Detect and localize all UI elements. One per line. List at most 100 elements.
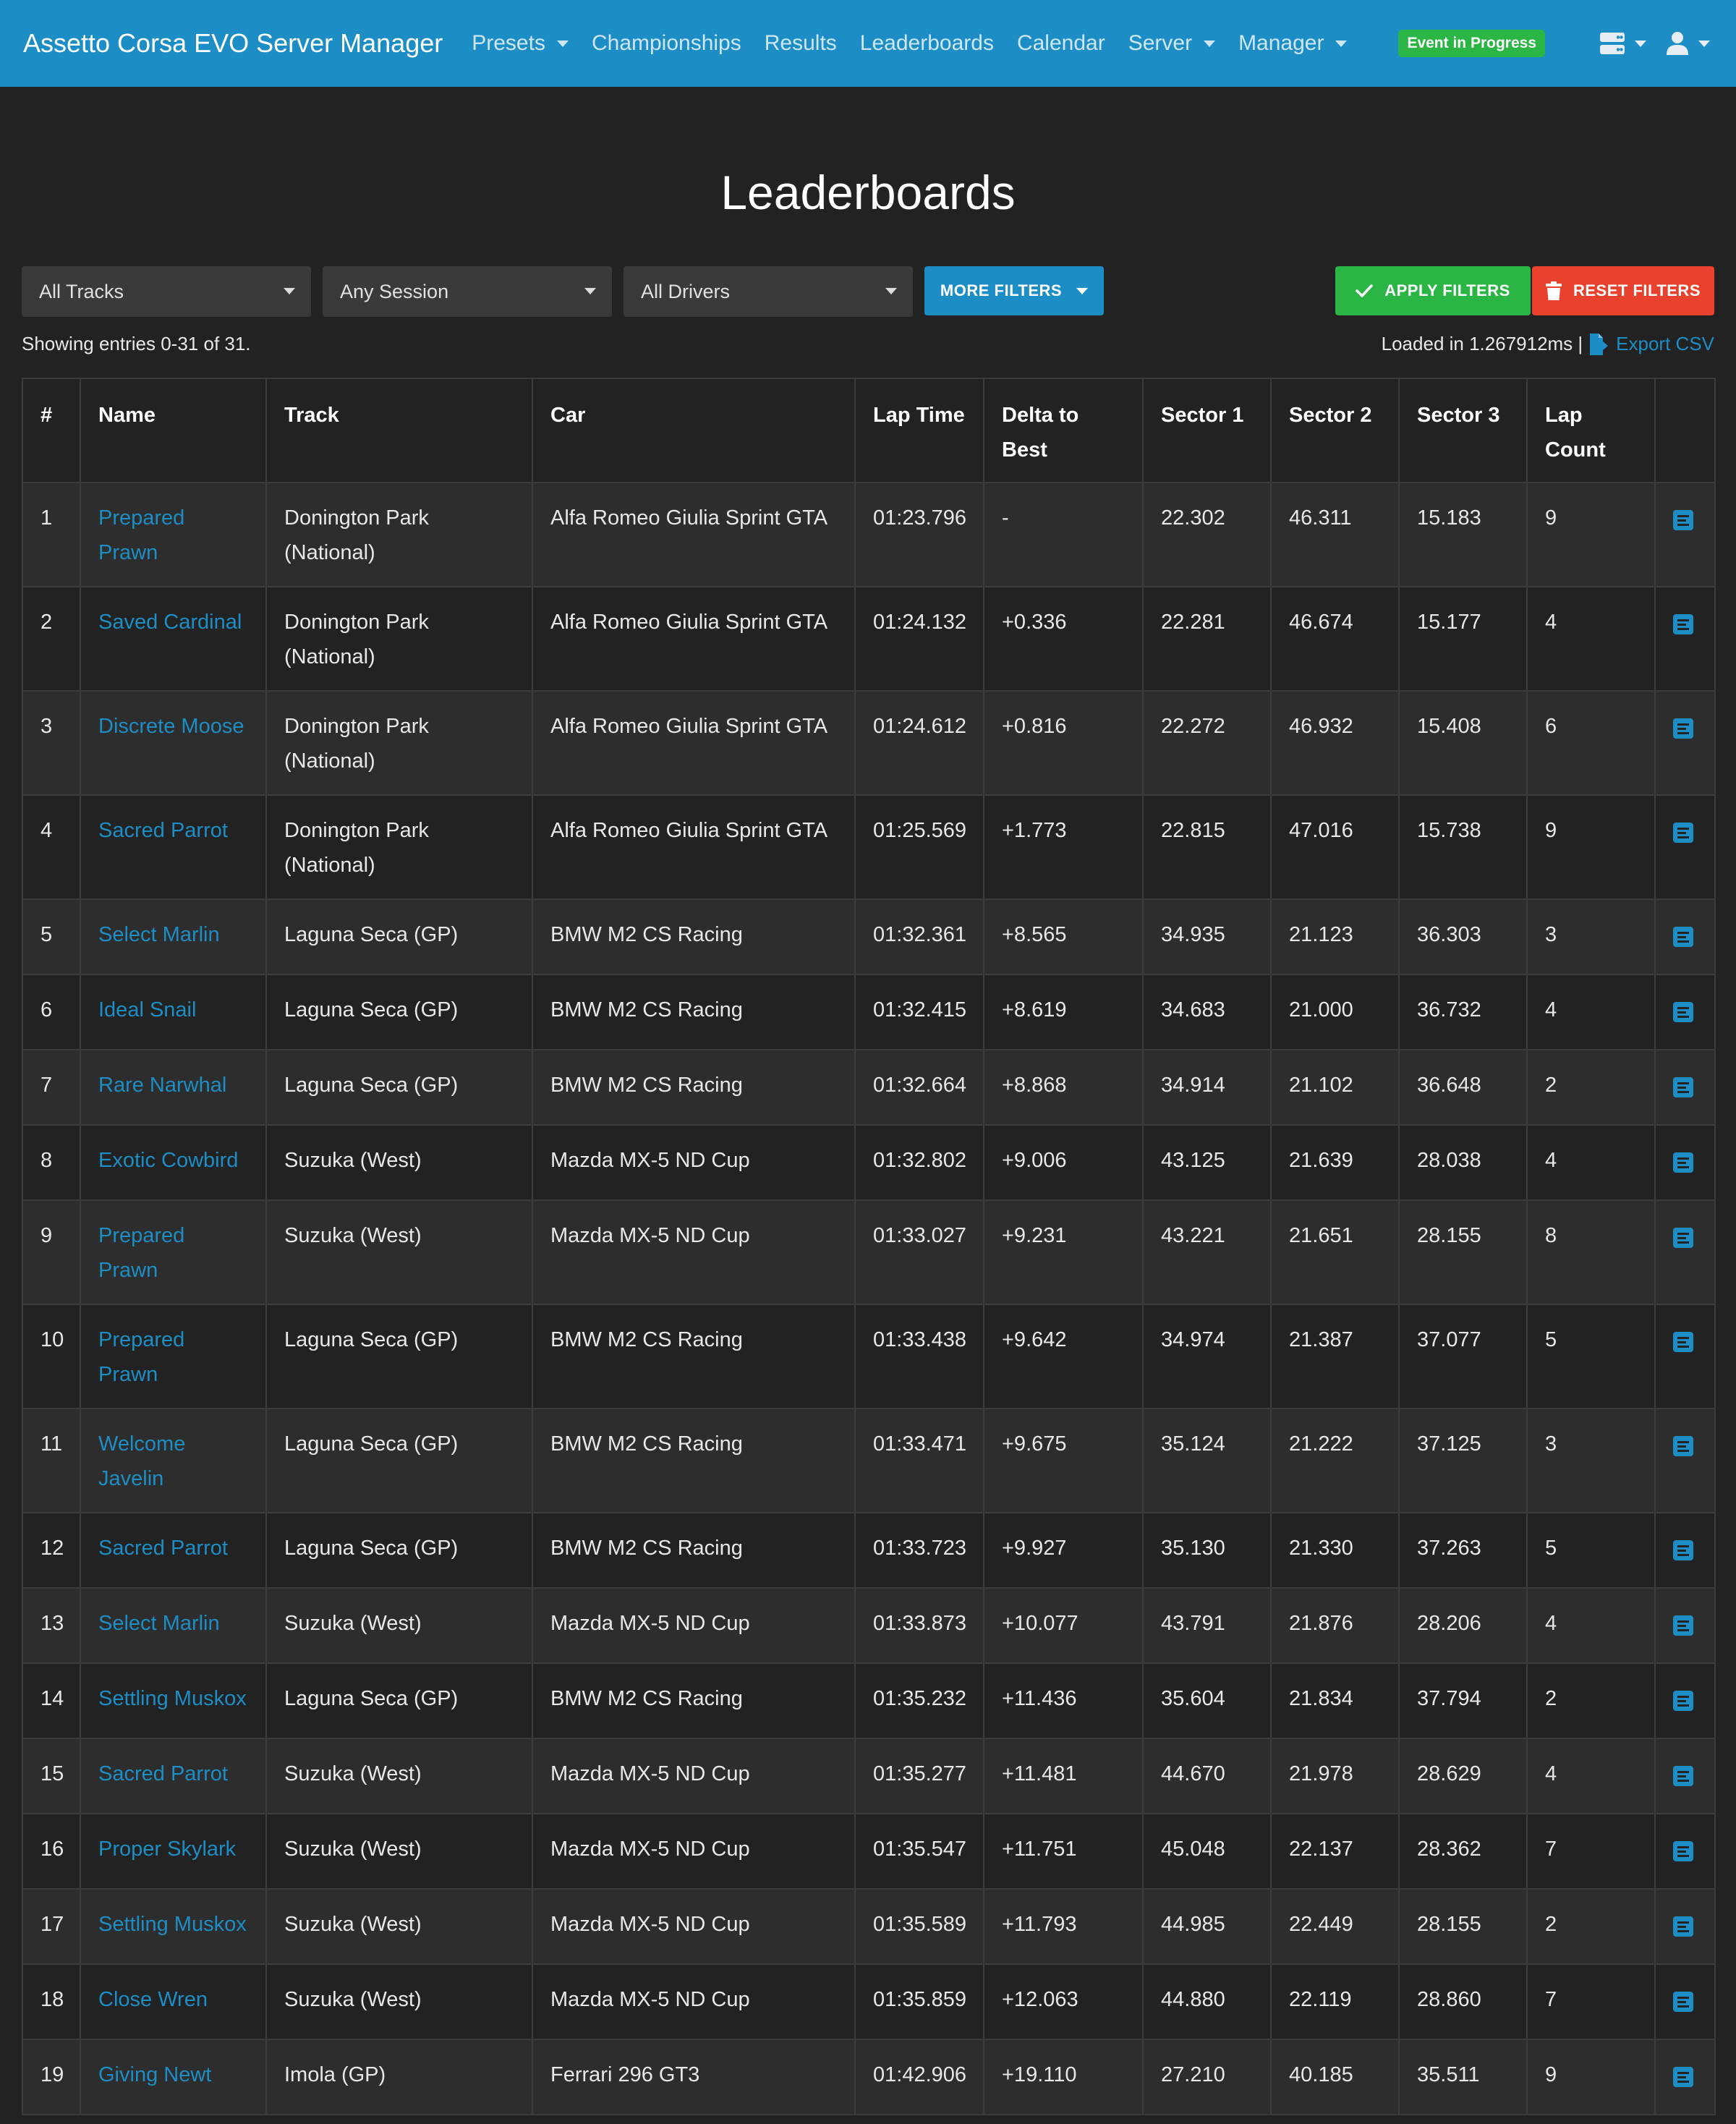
cell-sector-3: 28.206 (1398, 1587, 1528, 1664)
track-select[interactable]: All Tracks (22, 266, 311, 317)
table-row: 1 Prepared Prawn Donington Park (National)… (22, 482, 1716, 587)
lap-details-icon[interactable] (1673, 998, 1693, 1033)
event-status-badge[interactable]: Event in Progress (1398, 30, 1545, 57)
cell-lap-time: 01:24.612 (854, 690, 984, 796)
cell-sector-3: 36.303 (1398, 899, 1528, 975)
column-header-lap-time[interactable]: Lap Time (854, 378, 984, 483)
lap-details-icon[interactable] (1673, 1838, 1693, 1872)
column-header-track[interactable]: Track (265, 378, 533, 483)
column-header-sector-3[interactable]: Sector 3 (1398, 378, 1528, 483)
cell-delta: +19.110 (983, 2039, 1144, 2115)
cell-lap-time: 01:25.569 (854, 794, 984, 900)
cell-rank: 6 (22, 974, 81, 1050)
driver-link[interactable]: Select Marlin (98, 1612, 220, 1635)
driver-link[interactable]: Giving Newt (98, 2063, 211, 2086)
nav-leaderboards[interactable]: Leaderboards (860, 31, 994, 56)
lap-details-icon[interactable] (1673, 1432, 1693, 1467)
chevron-down-icon (1635, 40, 1646, 47)
cell-actions (1654, 2039, 1716, 2115)
cell-sector-2: 22.119 (1270, 1963, 1400, 2040)
table-row: 19 Giving Newt Imola (GP) Ferrari 296 GT3 01… (22, 2039, 1716, 2115)
driver-link[interactable]: Sacred Parrot (98, 1762, 228, 1785)
lap-details-icon[interactable] (1673, 1687, 1693, 1722)
driver-link[interactable]: Discrete Moose (98, 715, 244, 738)
lap-details-icon[interactable] (1673, 1537, 1693, 1571)
cell-rank: 13 (22, 1587, 81, 1664)
cell-name: Sacred Parrot (80, 794, 267, 900)
server-menu-button[interactable] (1600, 33, 1646, 54)
driver-link[interactable]: Close Wren (98, 1988, 208, 2011)
driver-link[interactable]: Select Marlin (98, 923, 220, 946)
cell-actions (1654, 899, 1716, 975)
driver-link[interactable]: Ideal Snail (98, 998, 196, 1021)
column-header-car[interactable]: Car (532, 378, 856, 483)
app-brand[interactable]: Assetto Corsa EVO Server Manager (23, 28, 443, 59)
nav-server-label: Server (1128, 31, 1193, 55)
cell-lap-time: 01:33.438 (854, 1304, 984, 1409)
driver-link[interactable]: Settling Muskox (98, 1687, 247, 1710)
cell-lap-time: 01:35.859 (854, 1963, 984, 2040)
driver-link[interactable]: Prepared Prawn (98, 1328, 184, 1386)
cell-lap-time: 01:23.796 (854, 482, 984, 587)
nav-calendar[interactable]: Calendar (1017, 31, 1105, 56)
cell-sector-3: 35.511 (1398, 2039, 1528, 2115)
lap-details-icon[interactable] (1673, 923, 1693, 958)
cell-rank: 11 (22, 1408, 81, 1513)
nav-championships[interactable]: Championships (592, 31, 741, 56)
lap-details-icon[interactable] (1673, 1762, 1693, 1797)
session-select[interactable]: Any Session (323, 266, 612, 317)
cell-rank: 17 (22, 1888, 81, 1965)
column-header-delta[interactable]: Delta to Best (983, 378, 1144, 483)
column-header-sector-1[interactable]: Sector 1 (1142, 378, 1272, 483)
export-csv-link[interactable]: Export CSV (1588, 333, 1714, 355)
lap-details-icon[interactable] (1673, 1074, 1693, 1108)
cell-delta: +9.675 (983, 1408, 1144, 1513)
nav-presets[interactable]: Presets (472, 31, 569, 56)
more-filters-button[interactable]: MORE FILTERS (924, 266, 1104, 315)
driver-link[interactable]: Sacred Parrot (98, 819, 228, 842)
driver-link[interactable]: Settling Muskox (98, 1913, 247, 1936)
nav-server[interactable]: Server (1128, 31, 1216, 56)
lap-details-icon[interactable] (1673, 1988, 1693, 2023)
lap-details-icon[interactable] (1673, 819, 1693, 854)
column-header-rank[interactable]: # (22, 378, 81, 483)
driver-link[interactable]: Sacred Parrot (98, 1537, 228, 1560)
reset-filters-button[interactable]: RESET FILTERS (1532, 266, 1714, 315)
driver-link[interactable]: Rare Narwhal (98, 1074, 226, 1097)
column-header-lap-count[interactable]: Lap Count (1526, 378, 1656, 483)
nav-results[interactable]: Results (765, 31, 837, 56)
cell-sector-2: 21.651 (1270, 1199, 1400, 1305)
driver-link[interactable]: Saved Cardinal (98, 611, 242, 634)
cell-rank: 14 (22, 1662, 81, 1739)
file-export-icon (1590, 333, 1609, 355)
lap-details-icon[interactable] (1673, 1224, 1693, 1259)
driver-select[interactable]: All Drivers (624, 266, 913, 317)
driver-link[interactable]: Welcome Javelin (98, 1432, 185, 1490)
lap-details-icon[interactable] (1673, 506, 1693, 541)
cell-lap-count: 7 (1526, 1813, 1656, 1890)
lap-details-icon[interactable] (1673, 715, 1693, 749)
driver-link[interactable]: Proper Skylark (98, 1838, 236, 1861)
cell-car: Mazda MX-5 ND Cup (532, 1199, 856, 1305)
lap-details-icon[interactable] (1673, 1612, 1693, 1647)
driver-link[interactable]: Prepared Prawn (98, 1224, 184, 1282)
lap-details-icon[interactable] (1673, 1328, 1693, 1363)
lap-details-icon[interactable] (1673, 2063, 1693, 2098)
nav-manager[interactable]: Manager (1238, 31, 1348, 56)
cell-actions (1654, 1199, 1716, 1305)
cell-sector-1: 35.124 (1142, 1408, 1272, 1513)
driver-link[interactable]: Exotic Cowbird (98, 1149, 238, 1172)
user-menu-button[interactable] (1667, 32, 1710, 55)
lap-details-icon[interactable] (1673, 611, 1693, 645)
entries-count: Showing entries 0-31 of 31. (22, 333, 251, 354)
lap-details-icon[interactable] (1673, 1149, 1693, 1184)
column-header-name[interactable]: Name (80, 378, 267, 483)
cell-name: Sacred Parrot (80, 1738, 267, 1814)
lap-details-icon[interactable] (1673, 1913, 1693, 1947)
cell-car: Mazda MX-5 ND Cup (532, 1888, 856, 1965)
driver-link[interactable]: Prepared Prawn (98, 506, 184, 564)
column-header-sector-2[interactable]: Sector 2 (1270, 378, 1400, 483)
apply-filters-button[interactable]: APPLY FILTERS (1335, 266, 1531, 315)
cell-lap-count: 5 (1526, 1512, 1656, 1589)
cell-delta: +0.336 (983, 586, 1144, 692)
